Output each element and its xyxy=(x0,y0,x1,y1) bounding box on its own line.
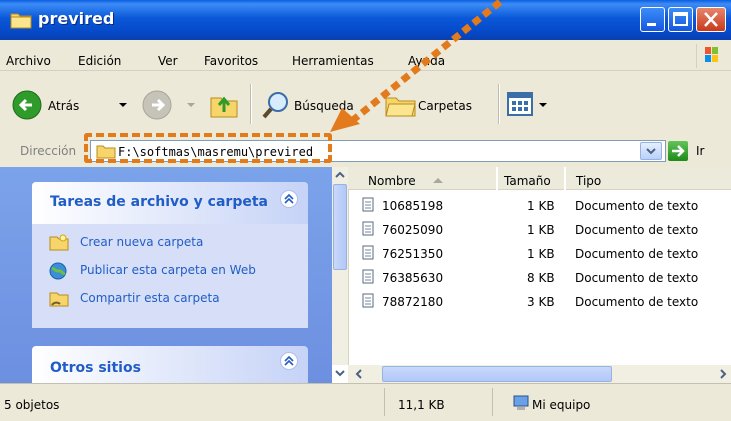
close-button[interactable] xyxy=(696,7,726,32)
task-panel-collapse-button[interactable] xyxy=(280,190,298,208)
file-size: 8 KB xyxy=(527,271,555,285)
file-type: Documento de texto xyxy=(575,247,699,261)
minimize-icon xyxy=(647,23,656,26)
text-document-icon xyxy=(362,293,374,308)
menu-archivo[interactable]: Archivo xyxy=(6,54,51,68)
scroll-down-icon[interactable] xyxy=(333,366,347,380)
globe-icon xyxy=(49,262,67,280)
status-location: Mi equipo xyxy=(532,398,591,412)
chevron-down-icon[interactable] xyxy=(186,100,196,110)
file-name[interactable]: 76025090 xyxy=(382,223,443,237)
column-type-label[interactable]: Tipo xyxy=(576,174,601,188)
toolbar-separator xyxy=(250,84,252,124)
forward-arrow-icon[interactable] xyxy=(142,90,172,120)
text-document-icon xyxy=(362,269,374,284)
share-folder-icon xyxy=(49,292,69,307)
chevron-up-icon xyxy=(284,193,294,204)
other-places-title[interactable]: Otros sitios xyxy=(50,360,141,376)
close-icon xyxy=(704,12,718,27)
text-document-icon xyxy=(362,245,374,260)
back-button-label[interactable]: Atrás xyxy=(48,99,79,113)
maximize-icon xyxy=(673,12,688,26)
vertical-scroll-thumb[interactable] xyxy=(333,184,347,270)
file-size: 3 KB xyxy=(527,295,555,309)
text-document-icon xyxy=(362,221,374,236)
chevron-down-icon[interactable] xyxy=(538,100,548,110)
go-button[interactable] xyxy=(668,141,688,161)
file-name[interactable]: 76385630 xyxy=(382,271,443,285)
file-type: Documento de texto xyxy=(575,199,699,213)
file-size: 1 KB xyxy=(527,223,555,237)
task-publish-web[interactable]: Publicar esta carpeta en Web xyxy=(80,263,256,277)
file-name[interactable]: 78872180 xyxy=(382,295,443,309)
status-bar xyxy=(0,383,731,421)
chevron-down-icon xyxy=(646,148,656,155)
go-arrow-icon xyxy=(672,145,685,157)
status-divider xyxy=(384,388,385,416)
file-size: 1 KB xyxy=(527,199,555,213)
windows-logo xyxy=(696,44,727,68)
file-name[interactable]: 10685198 xyxy=(382,199,443,213)
go-label[interactable]: Ir xyxy=(696,144,704,158)
status-divider xyxy=(492,388,493,416)
back-arrow-icon[interactable] xyxy=(12,90,42,120)
task-share-folder[interactable]: Compartir esta carpeta xyxy=(80,291,220,305)
file-size: 1 KB xyxy=(527,247,555,261)
menu-ver[interactable]: Ver xyxy=(158,54,178,68)
maximize-button[interactable] xyxy=(668,7,693,32)
folder-icon xyxy=(10,11,32,32)
scroll-left-icon[interactable] xyxy=(352,367,366,381)
windows-flag-icon xyxy=(705,47,718,62)
file-type: Documento de texto xyxy=(575,271,699,285)
minimize-button[interactable] xyxy=(640,7,665,32)
column-size-label[interactable]: Tamaño xyxy=(504,174,551,188)
annotation-highlight-box xyxy=(84,133,332,163)
text-document-icon xyxy=(362,197,374,212)
horizontal-scroll-thumb[interactable] xyxy=(382,366,612,382)
file-type: Documento de texto xyxy=(575,295,699,309)
window-title: previred xyxy=(38,9,115,28)
address-dropdown-button[interactable] xyxy=(640,142,662,160)
column-name-label[interactable]: Nombre xyxy=(368,174,416,188)
task-panel-title[interactable]: Tareas de archivo y carpeta xyxy=(50,194,268,210)
my-computer-icon xyxy=(513,395,529,410)
explorer-window: previred Archivo Edición Ver Favoritos H… xyxy=(0,0,731,421)
sort-ascending-icon xyxy=(433,178,443,183)
search-icon[interactable] xyxy=(260,89,292,121)
other-places-collapse-button[interactable] xyxy=(280,352,298,370)
status-object-count: 5 objetos xyxy=(4,398,60,412)
scroll-right-icon[interactable] xyxy=(716,367,730,381)
task-create-folder[interactable]: Crear nueva carpeta xyxy=(80,235,203,249)
scroll-up-icon[interactable] xyxy=(333,168,347,182)
file-name[interactable]: 76251350 xyxy=(382,247,443,261)
chevron-down-icon[interactable] xyxy=(118,100,128,110)
file-type: Documento de texto xyxy=(575,223,699,237)
new-folder-icon xyxy=(49,234,69,251)
menu-edicion[interactable]: Edición xyxy=(78,54,121,68)
status-total-size: 11,1 KB xyxy=(398,398,445,412)
chevron-up-icon xyxy=(284,355,294,366)
menu-favoritos[interactable]: Favoritos xyxy=(204,54,258,68)
address-label: Dirección xyxy=(20,144,77,158)
up-folder-icon[interactable] xyxy=(208,88,240,120)
annotation-arrow xyxy=(330,0,503,132)
